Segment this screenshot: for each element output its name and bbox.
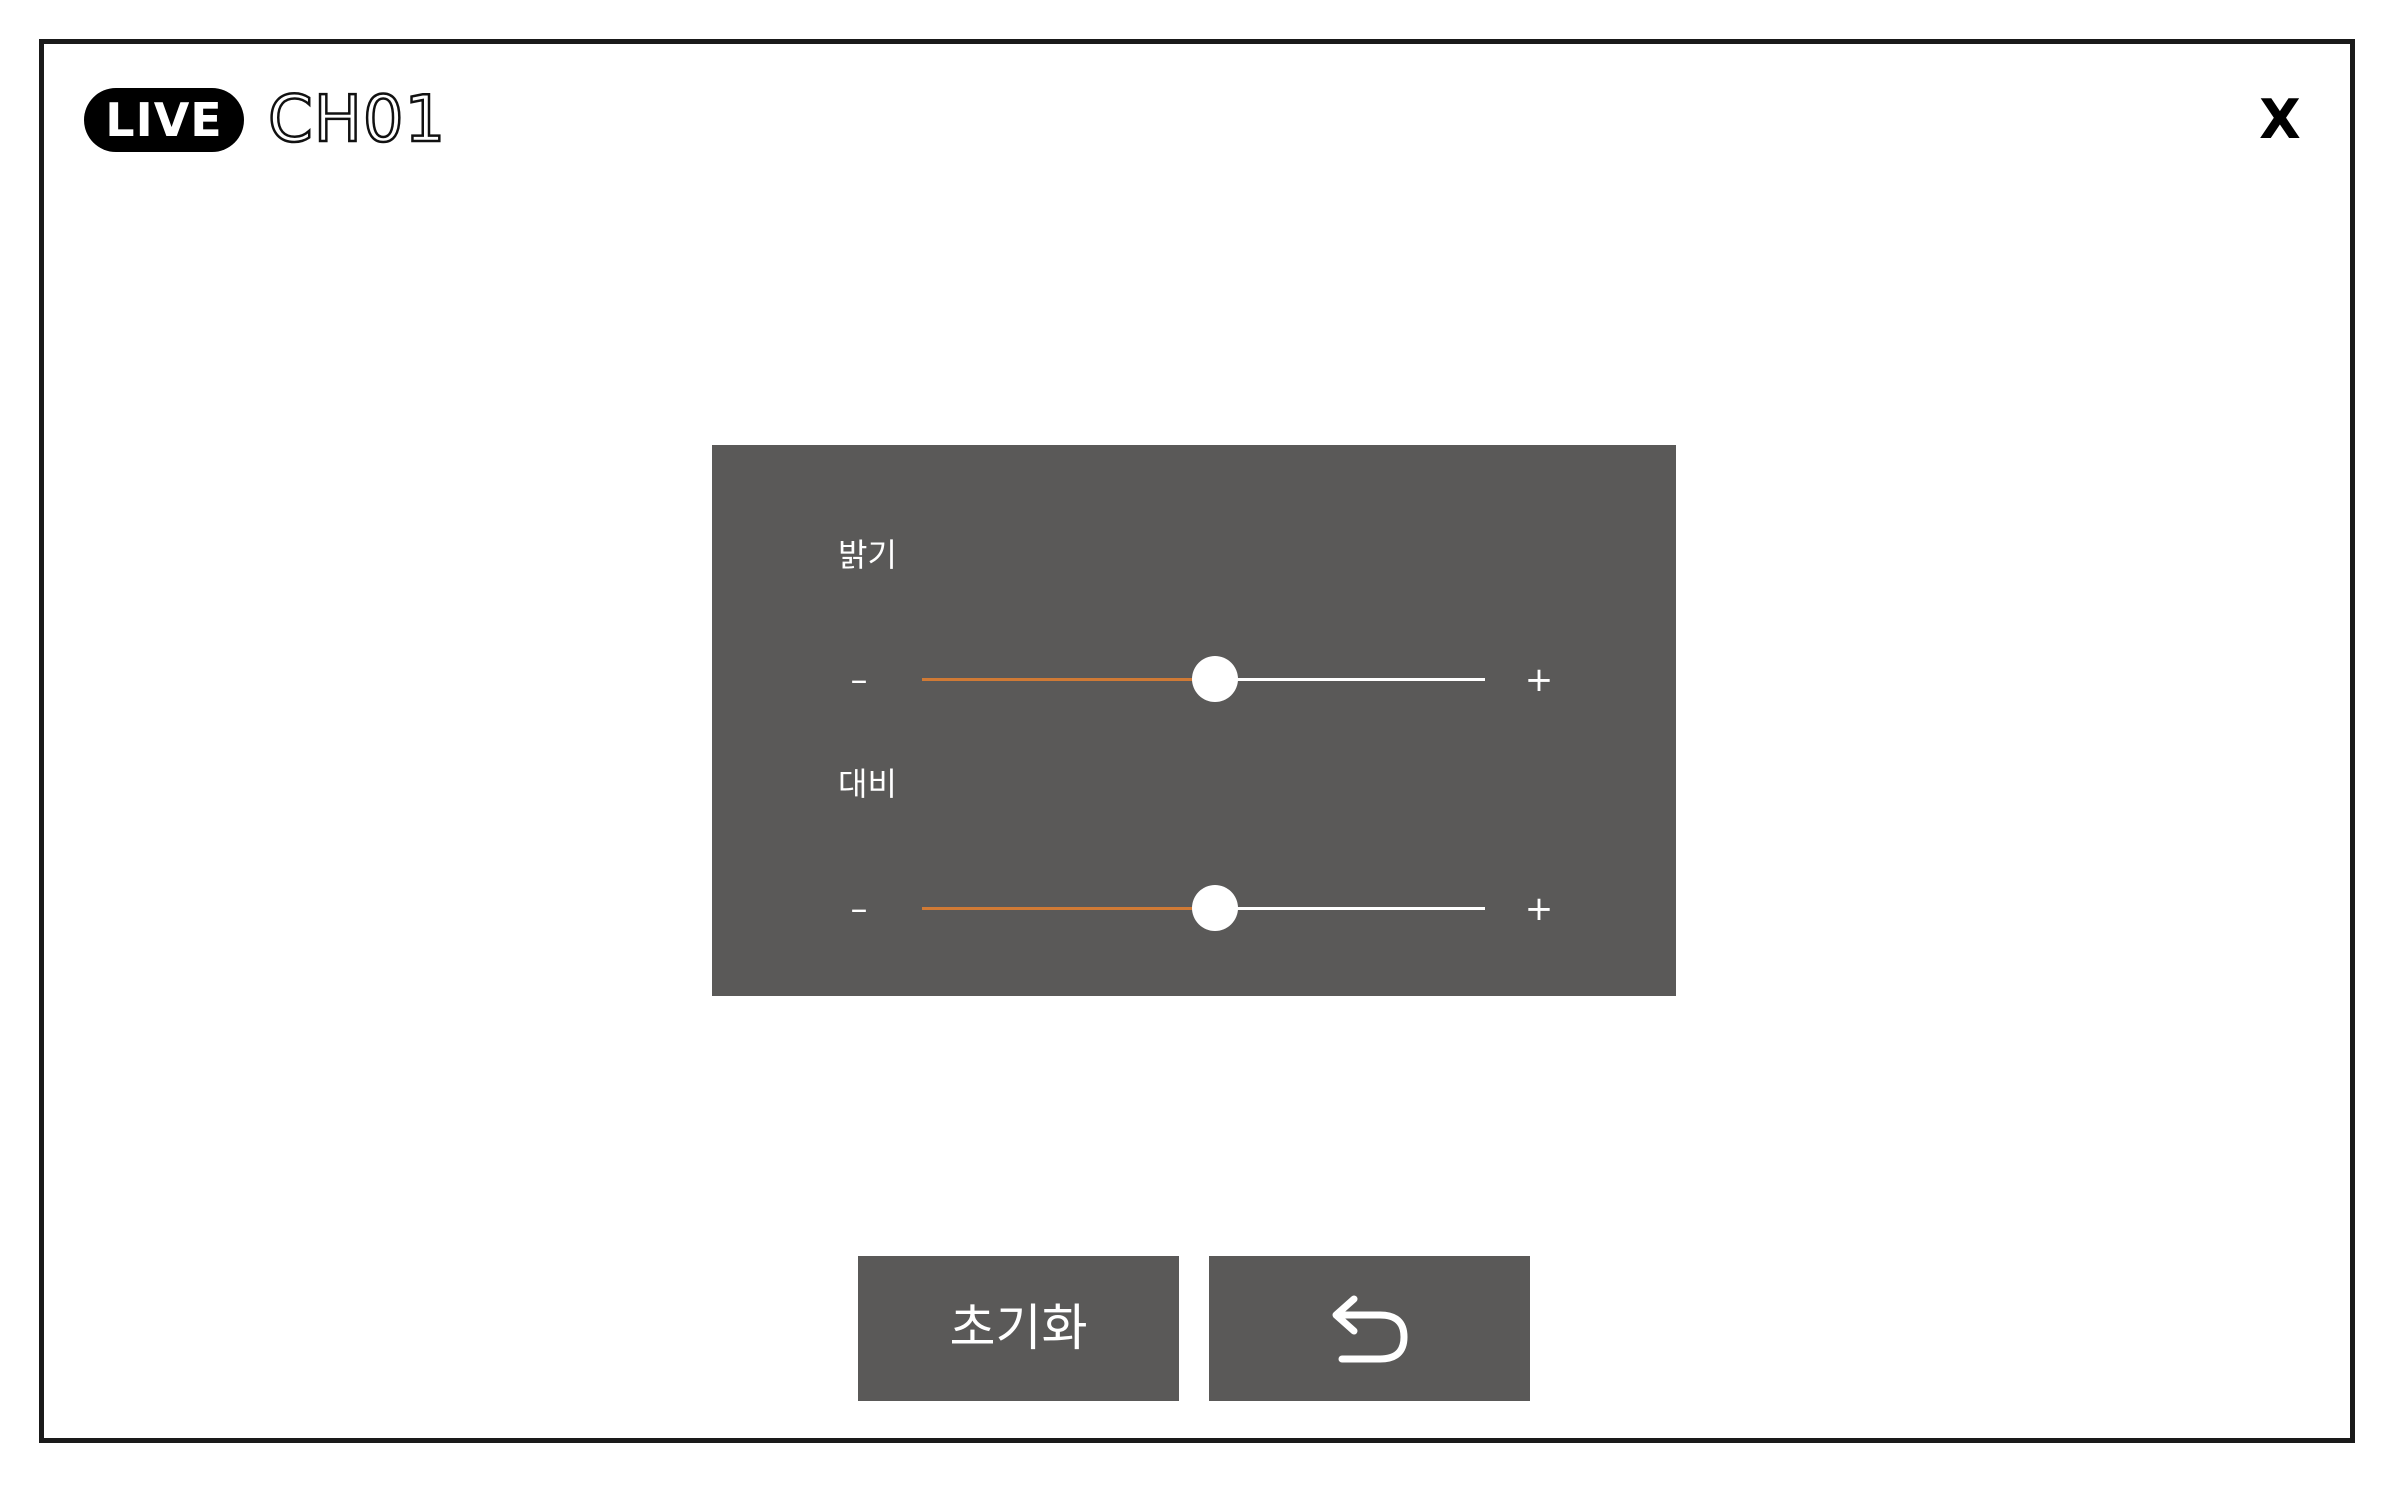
image-adjust-panel: 밝기 – + 대비 – +: [712, 445, 1676, 996]
back-button[interactable]: [1209, 1256, 1530, 1401]
live-badge: LIVE: [84, 88, 244, 152]
contrast-slider-row: – +: [712, 879, 1676, 939]
reset-button[interactable]: 초기화: [858, 1256, 1179, 1401]
channel-title: CH01: [267, 82, 447, 159]
brightness-slider-thumb[interactable]: [1191, 656, 1238, 702]
brightness-slider-track[interactable]: [922, 656, 1485, 702]
brightness-slider-fill: [922, 678, 1215, 681]
brightness-increase-button[interactable]: +: [1514, 650, 1564, 710]
close-button[interactable]: X: [2248, 88, 2312, 152]
brightness-decrease-button[interactable]: –: [834, 650, 884, 710]
contrast-slider-track[interactable]: [922, 885, 1485, 931]
contrast-decrease-button[interactable]: –: [834, 879, 884, 939]
undo-arrow-icon: [1332, 1295, 1408, 1363]
brightness-slider-row: – +: [712, 650, 1676, 710]
contrast-label: 대비: [838, 765, 897, 803]
brightness-label: 밝기: [838, 536, 897, 574]
contrast-increase-button[interactable]: +: [1514, 879, 1564, 939]
contrast-slider-fill: [922, 907, 1215, 910]
contrast-slider-thumb[interactable]: [1191, 885, 1238, 931]
